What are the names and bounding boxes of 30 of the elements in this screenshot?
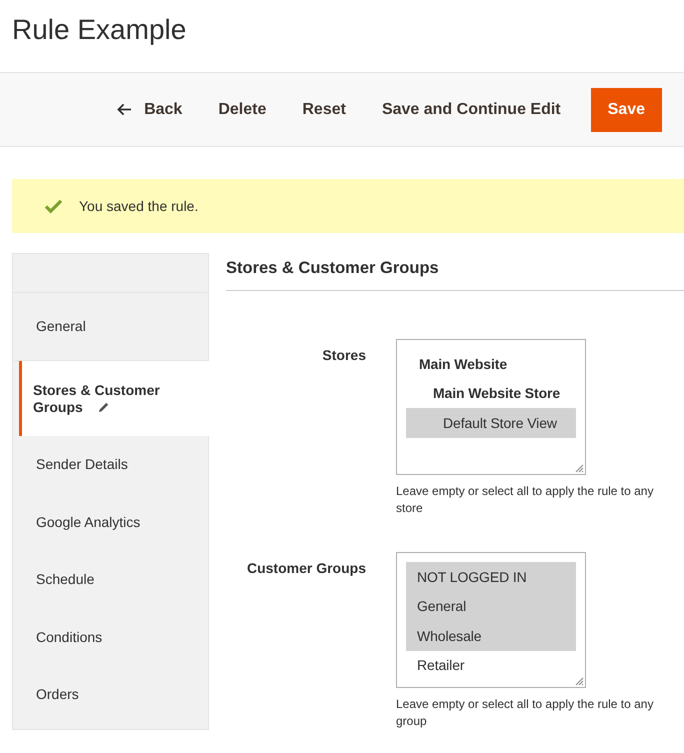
- resize-grip-icon[interactable]: [574, 463, 584, 473]
- message-text: You saved the rule.: [79, 198, 198, 214]
- toolbar-button[interactable]: Reset: [286, 88, 362, 130]
- sidebar-tab[interactable]: Schedule: [13, 551, 208, 608]
- page-title: Rule Example: [11, 13, 188, 47]
- list-option[interactable]: NOT LOGGED IN: [406, 562, 576, 592]
- multiselect-list[interactable]: NOT LOGGED IN General Wholesale Retailer: [396, 552, 586, 688]
- toolbar-button[interactable]: Delete: [202, 88, 282, 130]
- resize-grip-icon[interactable]: [574, 676, 584, 686]
- list-option[interactable]: Default Store View: [406, 408, 576, 438]
- sidebar-tab[interactable]: Orders: [13, 666, 208, 724]
- section-title: Stores & Customer Groups: [226, 253, 684, 291]
- list-option[interactable]: Main Website: [406, 349, 576, 378]
- sidebar-tab[interactable]: Sender Details: [13, 436, 208, 494]
- list-option[interactable]: Main Website Store: [406, 378, 576, 408]
- arrow-left-icon: [117, 103, 132, 116]
- list-option[interactable]: Wholesale: [406, 621, 576, 650]
- field-label: Customer Groups: [246, 559, 366, 578]
- field-label: Stores: [321, 346, 366, 365]
- toolbar-button[interactable]: Save and Continue Edit: [366, 88, 577, 130]
- save-button[interactable]: Save: [590, 88, 662, 132]
- field-note: Leave empty or select all to apply the rule to any store: [396, 483, 654, 517]
- field-note: Leave empty or select all to apply the rule to any group: [396, 696, 654, 730]
- multiselect-list[interactable]: Main Website Main Website Store Default Store View: [396, 339, 586, 475]
- sidebar-tab[interactable]: Stores & Customer Groups: [19, 361, 209, 436]
- back-button[interactable]: Back: [101, 88, 198, 130]
- list-option[interactable]: Retailer: [406, 650, 576, 680]
- sidebar-tab[interactable]: Conditions: [13, 608, 208, 666]
- list-option[interactable]: General: [406, 592, 576, 621]
- sidebar-tab[interactable]: Google Analytics: [13, 494, 208, 551]
